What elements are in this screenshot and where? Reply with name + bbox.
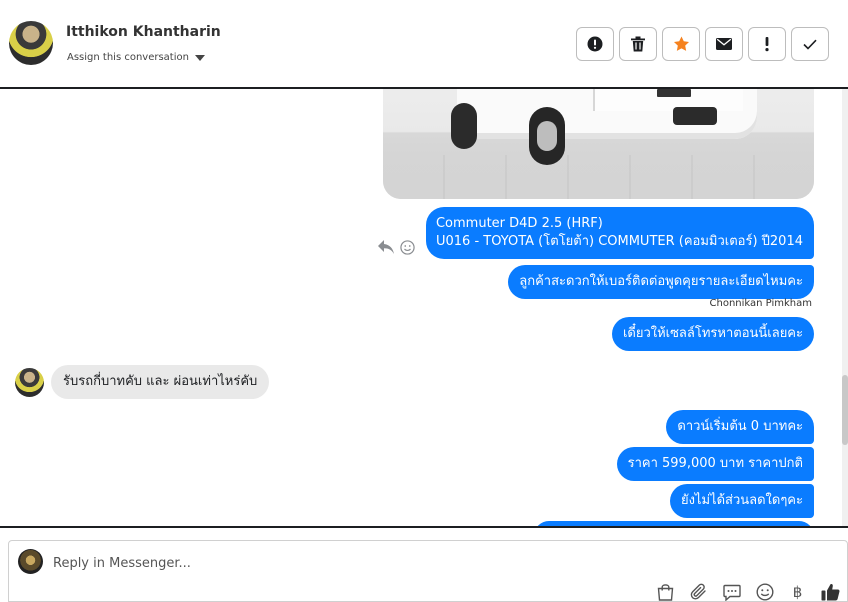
envelope-icon [716, 38, 732, 50]
outgoing-message[interactable]: Commuter D4D 2.5 (HRF) U016 - TOYOTA (โต… [425, 207, 814, 259]
saved-replies-icon [722, 584, 741, 601]
saved-replies-button[interactable] [721, 583, 742, 601]
assign-conversation-dropdown[interactable]: Assign this conversation [67, 52, 205, 63]
sender-name: Chonnikan Pimkham [709, 298, 812, 309]
follow-up-button[interactable] [748, 27, 786, 61]
emoji-button[interactable] [754, 583, 775, 601]
payment-button[interactable]: ฿ [787, 583, 808, 601]
message-thread[interactable]: Commuter D4D 2.5 (HRF) U016 - TOYOTA (โต… [0, 87, 848, 528]
outgoing-message[interactable]: ลูกค้าสะดวกให้เบอร์ติดต่อพูดคุยรายละเอีย… [508, 265, 814, 299]
outgoing-message[interactable]: ราคา 599,000 บาท ราคาปกติ [616, 447, 814, 481]
thumbs-up-icon [821, 583, 840, 601]
contact-avatar[interactable] [9, 21, 53, 65]
van-bumper [673, 107, 717, 125]
reply-input[interactable] [53, 553, 653, 573]
page-avatar [18, 549, 43, 574]
attach-button[interactable] [688, 583, 709, 601]
message-line: Commuter D4D 2.5 (HRF) [435, 216, 603, 231]
outgoing-message[interactable]: เดี๋ยวให้เซลล์โทรหาตอนนี้เลยคะ [611, 317, 814, 351]
outgoing-message[interactable]: ดาวน์เริ่มต้น 0 บาทคะ [666, 410, 814, 444]
scrollbar-thumb[interactable] [842, 375, 848, 445]
header-actions [576, 27, 829, 61]
van-wheel-front [451, 103, 477, 149]
exclamation-icon [765, 37, 769, 52]
shopping-bag-icon [657, 584, 674, 601]
star-button[interactable] [662, 27, 700, 61]
reply-icon[interactable] [377, 239, 395, 255]
outgoing-message[interactable]: ยังไม่ได้ส่วนลดใดๆคะ [669, 484, 814, 518]
baht-icon: ฿ [792, 583, 803, 601]
van-wheel-rear [529, 107, 565, 165]
paperclip-icon [690, 583, 706, 600]
scrollbar-track[interactable] [842, 89, 848, 526]
vehicle-photo[interactable] [383, 89, 814, 199]
assign-label: Assign this conversation [67, 52, 189, 63]
composer-toolbar: ฿ [655, 583, 841, 601]
like-button[interactable] [820, 583, 841, 601]
react-emoji-icon[interactable] [400, 240, 415, 255]
contact-avatar-small[interactable] [15, 368, 44, 397]
mark-done-button[interactable] [791, 27, 829, 61]
trash-icon [631, 36, 645, 52]
van-plate [657, 89, 691, 97]
emoji-icon [755, 583, 774, 601]
chevron-down-icon [194, 54, 205, 61]
mark-as-spam-button[interactable] [576, 27, 614, 61]
incoming-message[interactable]: รับรถกี่บาทคับ และ ผ่อนเท่าไหร่คับ [51, 365, 270, 399]
delete-button[interactable] [619, 27, 657, 61]
shop-button[interactable] [655, 583, 676, 601]
message-line: U016 - TOYOTA (โตโยต้า) COMMUTER (คอมมิว… [435, 234, 803, 249]
outgoing-message-partial[interactable] [534, 521, 814, 526]
conversation-header: Itthikon Khantharin Assign this conversa… [0, 0, 848, 88]
mark-unread-button[interactable] [705, 27, 743, 61]
reply-composer: ฿ [8, 540, 848, 602]
alert-circle-icon [587, 36, 603, 52]
contact-name[interactable]: Itthikon Khantharin [66, 24, 221, 40]
floor-reflection [383, 155, 814, 199]
star-icon [673, 36, 689, 51]
checkmark-icon [803, 39, 817, 50]
